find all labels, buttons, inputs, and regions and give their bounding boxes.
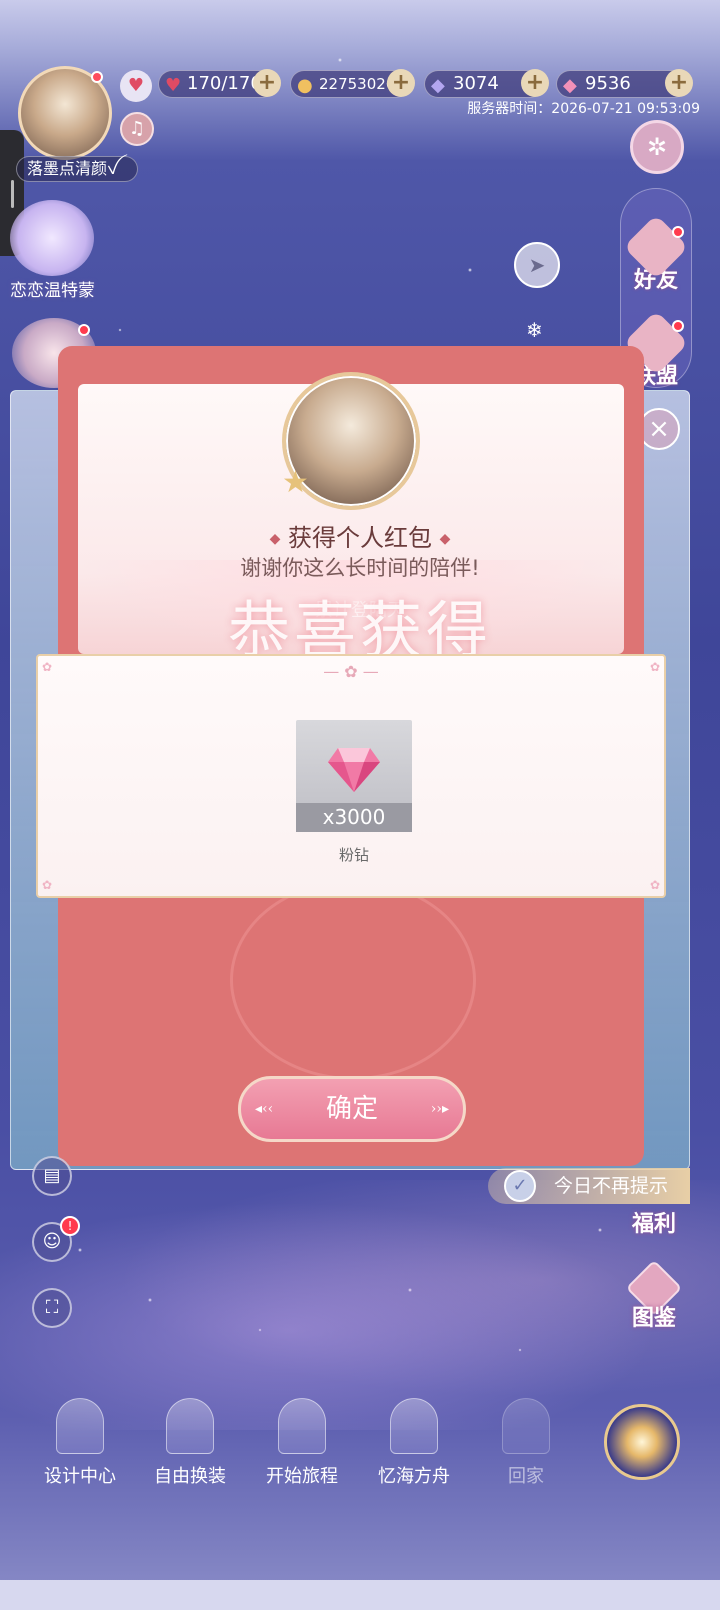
ornament-divider: — ✿ —: [323, 662, 379, 681]
ark-icon: [390, 1398, 438, 1454]
add-gold-button[interactable]: +: [387, 69, 415, 97]
modal-title-text: 获得个人红包: [288, 524, 432, 552]
no-remind-label: 今日不再提示: [554, 1175, 669, 1197]
pink-diamond-value: 9536: [585, 73, 631, 94]
pink-diamond-icon: ◆: [563, 75, 577, 96]
nav-label: 开始旅程: [266, 1466, 338, 1487]
nav-free-dressup[interactable]: 自由换装: [140, 1398, 240, 1488]
left-arrows-icon: ◂‹‹: [255, 1101, 274, 1117]
reward-name: 粉钻: [338, 846, 369, 864]
nav-memory-ark[interactable]: 忆海方舟: [364, 1398, 464, 1488]
right-arrows-icon: ››▸: [430, 1101, 449, 1117]
diamond-counter: ◆ 3074 +: [424, 69, 549, 98]
design-center-icon: [56, 1398, 104, 1454]
event-label: 恋恋温特蒙: [10, 281, 95, 301]
stamina-value: 170/170: [187, 73, 262, 94]
add-diamond-button[interactable]: +: [521, 69, 549, 97]
modal-title: ◆ 获得个人红包 ◆: [0, 518, 720, 553]
chat-alert-badge: !: [60, 1216, 80, 1236]
nav-label: 设计中心: [44, 1466, 116, 1487]
no-remind-toggle[interactable]: ✓ 今日不再提示: [488, 1168, 690, 1204]
envelope-emblem: [230, 880, 476, 1080]
add-pink-diamond-button[interactable]: +: [665, 69, 693, 97]
nav-label: 自由换装: [154, 1466, 226, 1487]
notification-dot: [672, 320, 684, 332]
flower-corner-icon: ✿: [42, 878, 53, 892]
welfare-button[interactable]: 福利: [624, 1206, 684, 1238]
diamond-value: 3074: [453, 73, 499, 94]
modal-subtitle: 谢谢你这么长时间的陪伴!: [240, 556, 480, 580]
notification-dot: [672, 226, 684, 238]
star-icon: ★: [282, 465, 309, 500]
close-icon[interactable]: ×: [638, 408, 680, 450]
heart-icon-button[interactable]: ♥: [120, 70, 152, 102]
flower-corner-icon: ✿: [649, 878, 660, 892]
gold-counter: ● 22753026 +: [290, 69, 415, 98]
add-stamina-button[interactable]: +: [253, 69, 281, 97]
cat-coin-icon: ●: [297, 75, 313, 96]
journey-icon: [278, 1398, 326, 1454]
confirm-button[interactable]: ◂‹‹ 确定 ››▸: [238, 1076, 466, 1142]
confirm-label: 确定: [325, 1094, 378, 1124]
nav-start-journey[interactable]: 开始旅程: [252, 1398, 352, 1488]
nav-home[interactable]: 回家: [476, 1398, 576, 1488]
heart-icon: ♥: [165, 75, 182, 96]
player-nickname: 落墨点清颜ꪜ: [16, 156, 138, 182]
notification-dot: [91, 71, 103, 83]
nav-label: 回家: [508, 1466, 544, 1487]
system-navigation-bar: [0, 1580, 720, 1610]
dressup-icon: [166, 1398, 214, 1454]
nav-design-center[interactable]: 设计中心: [30, 1398, 130, 1488]
diamond-icon: ◆: [431, 75, 445, 96]
settings-icon[interactable]: ✲: [630, 120, 684, 174]
compass-icon[interactable]: ➤: [514, 242, 560, 288]
pink-gem-icon: [328, 748, 380, 792]
nav-label: 忆海方舟: [378, 1466, 450, 1487]
home-icon: [502, 1398, 550, 1454]
checkmark-icon: ✓: [504, 1170, 536, 1202]
server-time: 服务器时间：2026-07-21 09:53:09: [467, 101, 700, 117]
diamond-bullet-icon: ◆: [439, 531, 451, 547]
player-avatar[interactable]: [18, 66, 112, 160]
sender-portrait: ★: [282, 372, 420, 510]
album-button[interactable]: 图鉴: [624, 1300, 684, 1332]
swan-event-icon[interactable]: [10, 200, 94, 276]
diamond-bullet-icon: ◆: [269, 531, 281, 547]
reward-quantity: x3000: [296, 803, 412, 832]
music-icon-button[interactable]: ♫: [120, 112, 154, 146]
notification-dot: [78, 324, 90, 336]
fullscreen-icon[interactable]: ⛶: [32, 1288, 72, 1328]
main-orb-button[interactable]: [604, 1404, 680, 1480]
stamina-counter: ♥ 170/170 +: [158, 69, 281, 98]
pink-diamond-counter: ◆ 9536 +: [556, 69, 693, 98]
mail-icon[interactable]: ▤: [32, 1156, 72, 1196]
gold-value: 22753026: [319, 75, 396, 93]
background-nebula: [0, 1180, 720, 1430]
snowflake-icon: ❄: [526, 318, 543, 342]
